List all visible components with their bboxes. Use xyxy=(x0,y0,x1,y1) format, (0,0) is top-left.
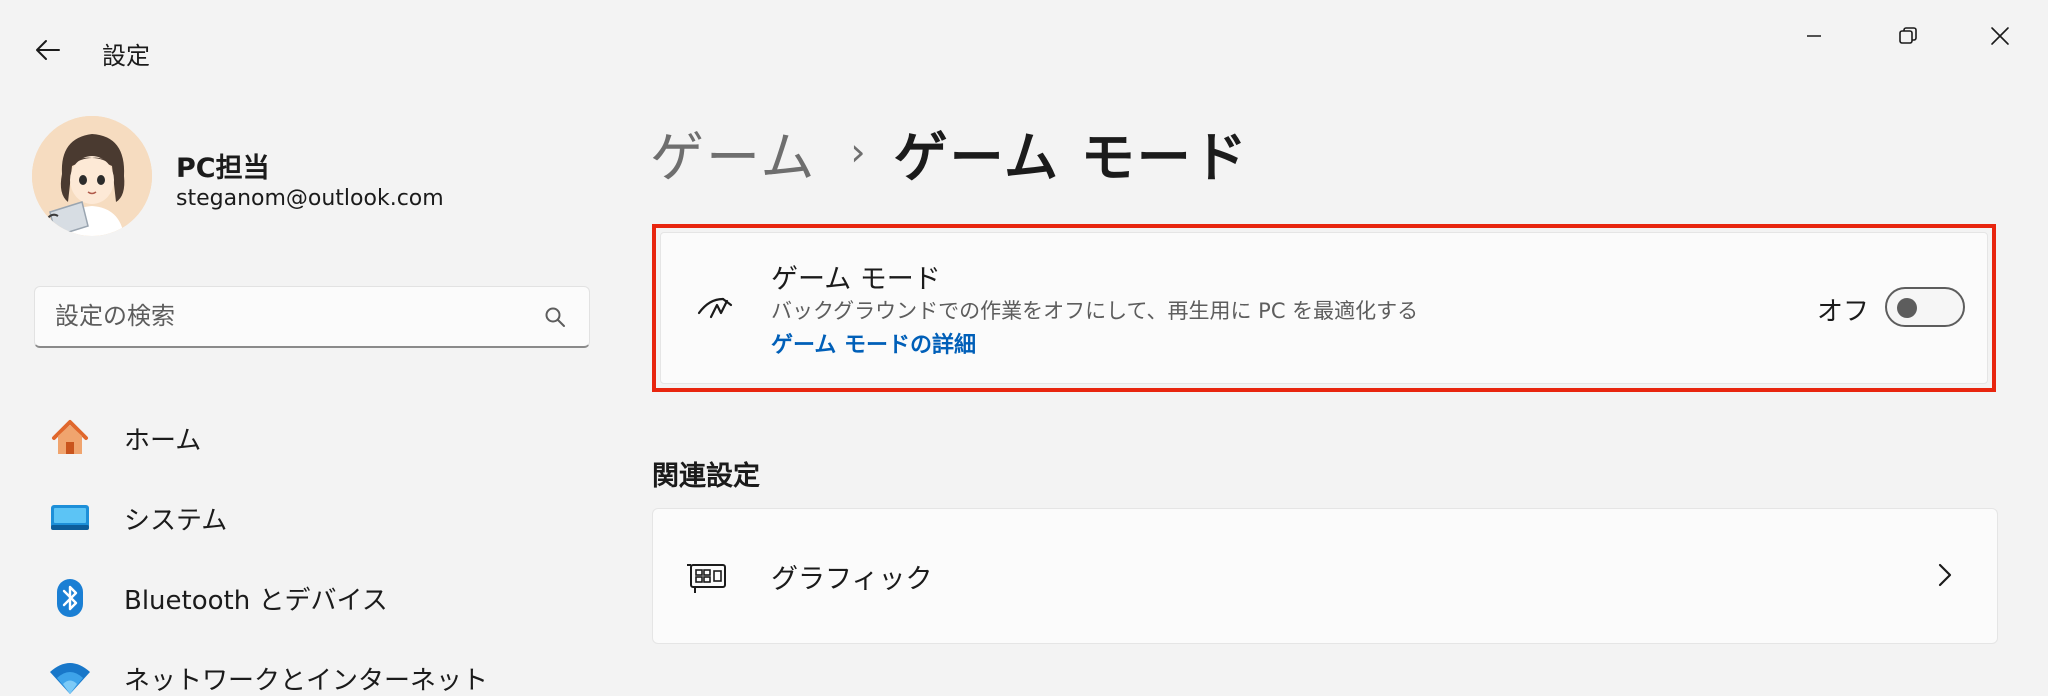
sidebar-nav: ホーム システム Bluetooth とデバイス ネットワークとインターネット xyxy=(40,398,600,696)
sidebar-item-label: システム xyxy=(124,505,228,536)
restore-button[interactable] xyxy=(1886,14,1930,58)
sidebar-item-home[interactable]: ホーム xyxy=(40,398,600,478)
sidebar-item-bluetooth[interactable]: Bluetooth とデバイス xyxy=(40,558,600,638)
sidebar-item-network[interactable]: ネットワークとインターネット xyxy=(40,638,600,696)
bluetooth-icon xyxy=(48,576,92,620)
home-icon xyxy=(48,416,92,460)
game-mode-card: ゲーム モード バックグラウンドでの作業をオフにして、再生用に PC を最適化す… xyxy=(660,232,1988,384)
game-mode-details-link[interactable]: ゲーム モードの詳細 xyxy=(771,327,976,359)
user-email: steganom@outlook.com xyxy=(176,186,444,211)
avatar-illustration xyxy=(32,116,152,236)
chevron-right-icon xyxy=(1933,559,1957,591)
user-profile[interactable]: PC担当 steganom@outlook.com xyxy=(32,116,592,236)
search-icon[interactable] xyxy=(543,305,567,329)
system-icon xyxy=(48,496,92,540)
settings-window: 設定 PC担当 steganom@outlook.com 設定の検索 ホーム シ… xyxy=(0,0,2048,696)
back-arrow-icon xyxy=(36,40,60,60)
wifi-icon xyxy=(48,656,92,696)
sidebar-item-label: ネットワークとインターネット xyxy=(124,665,489,696)
restore-icon xyxy=(1899,27,1917,44)
related-item-graphics[interactable]: グラフィック xyxy=(652,508,1998,644)
related-settings-heading: 関連設定 xyxy=(652,461,760,492)
breadcrumb-parent[interactable]: ゲーム xyxy=(650,113,816,192)
sidebar-item-label: ホーム xyxy=(124,425,202,456)
related-item-label: グラフィック xyxy=(771,564,933,595)
close-icon xyxy=(1991,27,2009,45)
game-mode-icon xyxy=(691,285,739,333)
game-mode-toggle[interactable] xyxy=(1885,287,1965,327)
breadcrumb: ゲーム › ゲーム モード xyxy=(650,112,1249,192)
graphics-card-icon xyxy=(683,553,731,601)
close-button[interactable] xyxy=(1978,14,2022,58)
back-button[interactable] xyxy=(28,30,68,70)
minimize-icon xyxy=(1807,35,1821,37)
setting-title: ゲーム モード xyxy=(771,264,941,295)
minimize-button[interactable] xyxy=(1792,14,1836,58)
toggle-state-label: オフ xyxy=(1817,297,1870,327)
avatar xyxy=(32,116,152,236)
sidebar-item-system[interactable]: システム xyxy=(40,478,600,558)
toggle-knob xyxy=(1897,298,1917,318)
app-title: 設定 xyxy=(102,42,150,70)
title-bar: 設定 xyxy=(0,0,2048,90)
setting-description: バックグラウンドでの作業をオフにして、再生用に PC を最適化する xyxy=(771,299,1419,323)
breadcrumb-separator: › xyxy=(850,130,866,174)
page-title: ゲーム モード xyxy=(893,125,1249,189)
user-name: PC担当 xyxy=(176,153,270,184)
search-box[interactable] xyxy=(34,286,590,348)
search-input[interactable] xyxy=(55,287,535,345)
sidebar-item-label: Bluetooth とデバイス xyxy=(124,585,388,616)
